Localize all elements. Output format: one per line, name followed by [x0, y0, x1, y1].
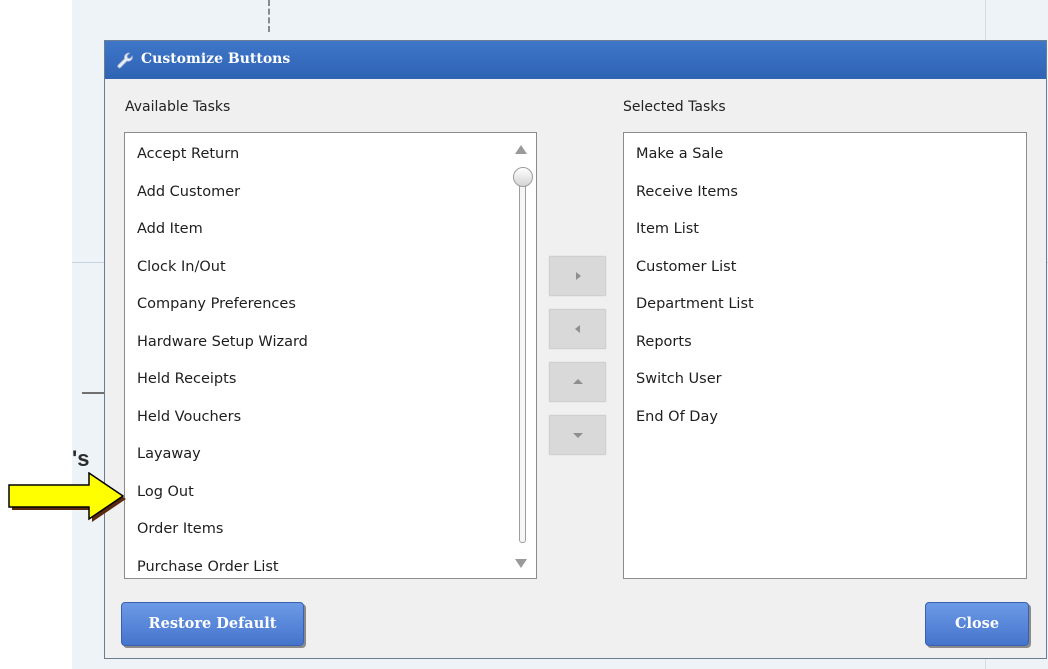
move-left-button[interactable]: [548, 308, 607, 350]
scroll-down-icon[interactable]: [515, 559, 527, 568]
dialog-title: Customize Buttons: [141, 51, 291, 67]
move-down-button[interactable]: [548, 414, 607, 456]
scroll-up-icon[interactable]: [515, 145, 527, 154]
move-left-icon: [574, 325, 580, 333]
list-item[interactable]: Add Customer: [125, 174, 536, 212]
list-item[interactable]: Reports: [624, 324, 1026, 362]
wrench-icon: [117, 52, 133, 69]
list-item[interactable]: Customer List: [624, 249, 1026, 287]
selected-tasks-label: Selected Tasks: [623, 99, 726, 115]
available-tasks-scrollbar[interactable]: [508, 133, 536, 578]
list-item[interactable]: Purchase Order List: [125, 549, 536, 579]
list-item[interactable]: Layaway: [125, 436, 536, 474]
customize-buttons-dialog: Customize Buttons Available Tasks Select…: [104, 40, 1047, 659]
dialog-titlebar[interactable]: Customize Buttons: [105, 41, 1046, 79]
list-item[interactable]: Receive Items: [624, 174, 1026, 212]
available-tasks-list[interactable]: Accept Return Add Customer Add Item Clock I…: [124, 132, 537, 579]
available-tasks-label: Available Tasks: [125, 99, 231, 115]
move-right-button[interactable]: [548, 255, 607, 297]
restore-default-button[interactable]: Restore Default: [121, 602, 304, 646]
list-item[interactable]: Add Item: [125, 211, 536, 249]
move-right-icon: [575, 272, 581, 280]
list-item[interactable]: Company Preferences: [125, 286, 536, 324]
list-item[interactable]: Item List: [624, 211, 1026, 249]
background-partial-text: 's: [72, 446, 90, 471]
list-item[interactable]: Switch User: [624, 361, 1026, 399]
scrollbar-thumb[interactable]: [513, 167, 533, 187]
list-item[interactable]: Department List: [624, 286, 1026, 324]
list-item[interactable]: Accept Return: [125, 136, 536, 174]
list-item[interactable]: Held Receipts: [125, 361, 536, 399]
list-item[interactable]: Held Vouchers: [125, 399, 536, 437]
list-item[interactable]: Log Out: [125, 474, 536, 512]
background-dashed-line: [268, 0, 272, 32]
move-up-button[interactable]: [548, 361, 607, 403]
move-down-icon: [572, 433, 583, 438]
move-up-icon: [572, 379, 583, 384]
list-item[interactable]: End Of Day: [624, 399, 1026, 437]
list-item[interactable]: Make a Sale: [624, 136, 1026, 174]
list-item[interactable]: Clock In/Out: [125, 249, 536, 287]
selected-tasks-list[interactable]: Make a Sale Receive Items Item List Custome…: [623, 132, 1027, 579]
list-item[interactable]: Order Items: [125, 511, 536, 549]
close-button[interactable]: Close: [925, 602, 1029, 646]
list-item[interactable]: Hardware Setup Wizard: [125, 324, 536, 362]
yellow-pointer-arrow-icon: [8, 472, 126, 522]
scrollbar-track[interactable]: [519, 175, 526, 543]
